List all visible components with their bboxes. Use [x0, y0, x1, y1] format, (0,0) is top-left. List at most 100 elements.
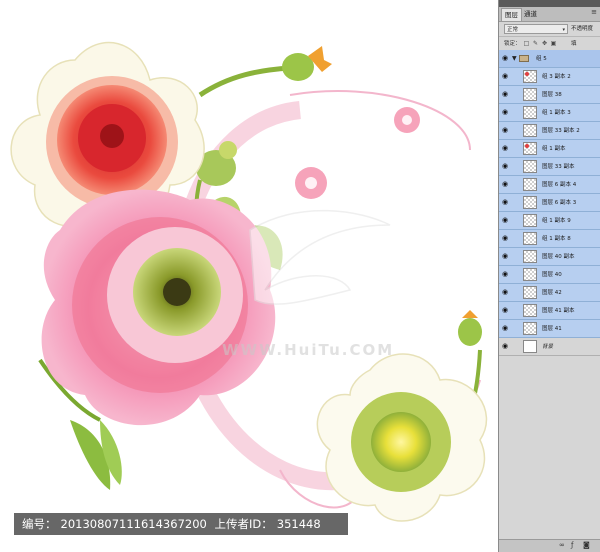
- eye-icon[interactable]: ◉: [502, 73, 509, 80]
- eye-icon[interactable]: ◉: [502, 145, 509, 152]
- background-layer-row[interactable]: ◉ 背景: [499, 338, 600, 356]
- folder-icon: [519, 55, 529, 62]
- mask-icon[interactable]: ◙: [583, 541, 590, 549]
- layer-thumbnail: [523, 214, 537, 227]
- layer-name: 图层 42: [542, 290, 562, 296]
- layer-row[interactable]: ◉ 图层 41 副本: [499, 302, 600, 320]
- layer-thumbnail: [523, 124, 537, 137]
- eye-icon[interactable]: ◉: [502, 55, 509, 62]
- eye-icon[interactable]: ◉: [502, 343, 509, 350]
- layer-thumbnail: [523, 142, 537, 155]
- layer-thumbnail: [523, 322, 537, 335]
- layer-name: 背景: [542, 344, 554, 350]
- lock-label: 锁定：: [504, 41, 521, 47]
- layer-name: 图层 40 副本: [542, 254, 575, 260]
- eye-icon[interactable]: ◉: [502, 127, 509, 134]
- layer-thumbnail: [523, 340, 537, 353]
- layer-name: 图层 40: [542, 272, 562, 278]
- layer-row[interactable]: ◉ 图层 33 副本: [499, 158, 600, 176]
- id-label: 编号：: [22, 517, 57, 531]
- artwork-canvas: WWW.HuiTu.COM: [0, 0, 498, 552]
- lock-move-icon[interactable]: ✥: [541, 40, 548, 47]
- layer-row[interactable]: ◉ 图层 6 副本 3: [499, 194, 600, 212]
- lock-all-icon[interactable]: ▣: [550, 40, 557, 47]
- white-flower-yellow-center: [316, 353, 488, 522]
- eye-icon[interactable]: ◉: [502, 253, 509, 260]
- layer-name: 图层 6 副本 3: [542, 200, 577, 206]
- expand-triangle-icon[interactable]: ▼: [512, 55, 517, 62]
- uploader-label: 上传者ID：: [214, 517, 273, 531]
- pink-peony: [41, 189, 276, 426]
- layer-row[interactable]: ◉ 图层 6 副本 4: [499, 176, 600, 194]
- eye-icon[interactable]: ◉: [502, 199, 509, 206]
- eye-icon[interactable]: ◉: [502, 325, 509, 332]
- eye-icon[interactable]: ◉: [502, 289, 509, 296]
- layer-name: 图层 41 副本: [542, 308, 575, 314]
- layer-row[interactable]: ◉ 图层 40 副本: [499, 248, 600, 266]
- layer-name: 组 1 副本 8: [542, 236, 571, 242]
- eye-icon[interactable]: ◉: [502, 307, 509, 314]
- id-value: 20130807111614367200: [60, 517, 207, 531]
- thumbnail-mark: [525, 72, 529, 76]
- layer-name: 图层 41: [542, 326, 562, 332]
- layer-row[interactable]: ◉ 组 1 副本: [499, 140, 600, 158]
- layer-thumbnail: [523, 88, 537, 101]
- small-blossom-2: [394, 107, 420, 133]
- layer-name: 组 1 副本: [542, 146, 566, 152]
- layers-panel: 图层 通道 ≡ 正常 ▾ 不透明度 锁定： □ ✎ ✥ ▣ 填 ◉ ▼ 组 5 ◉ 组 …: [498, 0, 600, 552]
- tab-layers[interactable]: 图层: [501, 8, 522, 21]
- layer-name: 组 1 副本 3: [542, 110, 571, 116]
- site-watermark: WWW.HuiTu.COM: [222, 341, 395, 359]
- layer-thumbnail: [523, 106, 537, 119]
- uploader-value: 351448: [276, 517, 321, 531]
- layer-row[interactable]: ◉ 图层 33 副本 2: [499, 122, 600, 140]
- eye-icon[interactable]: ◉: [502, 109, 509, 116]
- layer-thumbnail: [523, 196, 537, 209]
- tab-channels[interactable]: 通道: [521, 8, 540, 20]
- layer-thumbnail: [523, 250, 537, 263]
- layer-thumbnail: [523, 268, 537, 281]
- layer-row[interactable]: ◉ 图层 38: [499, 86, 600, 104]
- layer-row[interactable]: ◉ 图层 40: [499, 266, 600, 284]
- layer-row[interactable]: ◉ 组 1 副本 9: [499, 212, 600, 230]
- chevron-down-icon: ▾: [562, 27, 565, 33]
- lock-transparency-icon[interactable]: □: [523, 40, 530, 47]
- eye-icon[interactable]: ◉: [502, 91, 509, 98]
- eye-icon[interactable]: ◉: [502, 235, 509, 242]
- eye-icon[interactable]: ◉: [502, 163, 509, 170]
- blend-mode-value: 正常: [507, 27, 519, 33]
- layer-thumbnail: [523, 178, 537, 191]
- layer-name: 组 1 副本 9: [542, 218, 571, 224]
- eye-icon[interactable]: ◉: [502, 181, 509, 188]
- opacity-label: 不透明度: [571, 26, 594, 32]
- blend-mode-select[interactable]: 正常 ▾: [504, 24, 568, 34]
- eye-icon[interactable]: ◉: [502, 271, 509, 278]
- red-chrysanthemum: [46, 76, 178, 208]
- layer-name: 图层 6 副本 4: [542, 182, 577, 188]
- fx-icon[interactable]: ƒ: [571, 541, 573, 549]
- layer-row[interactable]: ◉ 图层 41: [499, 320, 600, 338]
- panel-footer: ∞ ƒ ◙: [499, 539, 600, 552]
- layer-thumbnail: [523, 70, 537, 83]
- caption-bar: 编号： 20130807111614367200 上传者ID： 351448: [14, 513, 348, 535]
- layer-thumbnail: [523, 304, 537, 317]
- layer-row[interactable]: ◉ 组 1 副本 3: [499, 104, 600, 122]
- link-icon[interactable]: ∞: [559, 541, 565, 549]
- layer-row[interactable]: ◉ 组 3 副本 2: [499, 68, 600, 86]
- eye-icon[interactable]: ◉: [502, 217, 509, 224]
- layer-name: 组 3 副本 2: [542, 74, 571, 80]
- layer-group-row[interactable]: ◉ ▼ 组 5: [499, 50, 600, 68]
- layer-thumbnail: [523, 160, 537, 173]
- layer-row[interactable]: ◉ 图层 42: [499, 284, 600, 302]
- panel-menu-icon[interactable]: ≡: [591, 8, 597, 16]
- layer-row[interactable]: ◉ 组 1 副本 8: [499, 230, 600, 248]
- layer-name: 图层 33 副本 2: [542, 128, 580, 134]
- layer-thumbnail: [523, 286, 537, 299]
- fill-label: 填: [571, 41, 577, 47]
- layers-list: ◉ ▼ 组 5 ◉ 组 3 副本 2 ◉ 图层 38 ◉ 组 1 副本 3 ◉ 图层 33 副本 2…: [499, 50, 600, 356]
- lock-brush-icon[interactable]: ✎: [532, 40, 539, 47]
- thumbnail-mark: [525, 144, 529, 148]
- layer-name: 图层 33 副本: [542, 164, 575, 170]
- layer-name: 组 5: [536, 56, 547, 62]
- panel-title-bar: [499, 0, 600, 7]
